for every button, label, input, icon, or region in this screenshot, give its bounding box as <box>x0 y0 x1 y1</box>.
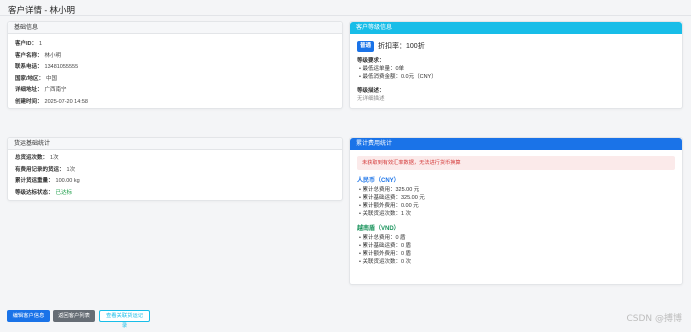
vnd-title: 越南盾（VND） <box>357 226 400 232</box>
stat-row-total: 总货运次数： 1次 <box>15 155 59 161</box>
basic-info-header: 基础信息 <box>8 22 342 34</box>
info-row-created: 创建时间： 2025-07-20 14:58 <box>15 98 88 105</box>
title-divider <box>0 15 691 16</box>
vnd-item: • 累计额外费用：0 盾 <box>359 251 412 257</box>
watermark: CSDN @搏博 <box>626 314 682 324</box>
edit-customer-button[interactable]: 编辑客户信息 <box>7 310 50 322</box>
back-to-list-button[interactable]: 返回客户列表 <box>53 310 95 322</box>
info-row-phone: 联系电话： 13481055555 <box>15 64 79 70</box>
info-row-id: 客户ID： 1 <box>15 41 43 47</box>
info-row-name: 客户名称： 林小明 <box>15 52 62 59</box>
discount-rate: 折扣率：100折 <box>378 43 425 50</box>
stat-row-weight: 累计货运重量： 100.00 kg <box>15 178 80 184</box>
fee-stats-card: 累计费用统计 未获取到有效汇率数据，无法进行货币换算 人民币（CNY） • 累计… <box>349 137 683 285</box>
level-header: 客户等级信息 <box>350 22 682 34</box>
cny-title: 人民币（CNY） <box>357 178 400 184</box>
vnd-item: • 累计总费用：0 盾 <box>359 235 406 241</box>
requirement-item: • 最低运单量：0单 <box>359 66 405 72</box>
description-title: 等级描述： <box>357 88 385 94</box>
fee-stats-header: 累计费用统计 <box>350 138 682 150</box>
cny-item: • 关联货运次数：1 次 <box>359 211 412 217</box>
shipping-stats-header: 货运基础统计 <box>8 138 342 150</box>
requirement-item: • 最低消费金额：0.0元（CNY） <box>359 74 437 80</box>
level-badge: 普通 <box>357 40 375 52</box>
vnd-item: • 累计基础运费：0 盾 <box>359 243 412 249</box>
cny-item: • 累计总费用：325.00 元 <box>359 187 420 193</box>
shipping-stats-card: 货运基础统计 总货运次数： 1次 有费用记录的货运： 1次 累计货运重量： 100.0… <box>7 137 343 201</box>
level-card: 客户等级信息 普通 折扣率：100折 等级要求： • 最低运单量：0单 • 最低… <box>349 21 683 109</box>
info-row-country: 国家/地区： 中国 <box>15 75 58 82</box>
basic-info-card: 基础信息 客户ID： 1 客户名称： 林小明 联系电话： 13481055555 国家… <box>7 21 343 109</box>
cny-item: • 累计基础运费：325.00 元 <box>359 195 425 201</box>
vnd-item: • 关联货运次数：0 次 <box>359 259 412 265</box>
requirements-title: 等级要求： <box>357 58 385 64</box>
cny-item: • 累计额外费用：0.00 元 <box>359 203 419 209</box>
info-row-address: 详细地址： 广西南宁 <box>15 87 67 93</box>
exchange-rate-alert: 未获取到有效汇率数据，无法进行货币换算 <box>357 156 675 170</box>
stat-row-with-fee: 有费用记录的货运： 1次 <box>15 166 76 173</box>
view-shipments-button[interactable]: 查看关联货运记录 <box>99 310 150 329</box>
description-text: 无详细描述 <box>357 96 385 102</box>
stat-row-level-status: 等级达标状态： 已达标 <box>15 188 335 200</box>
status-ok-text: 已达标 <box>55 189 73 196</box>
